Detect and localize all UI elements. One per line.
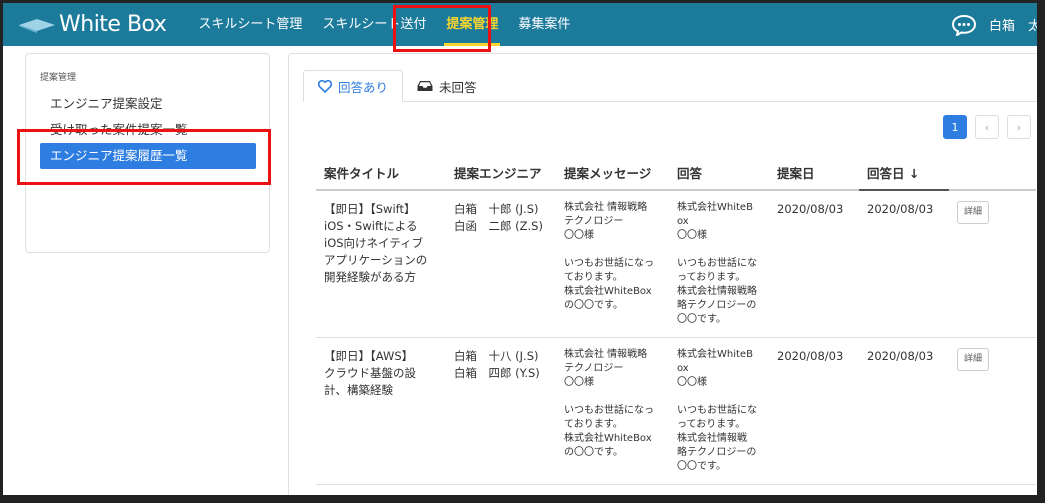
detail-button[interactable]: 詳細: [957, 201, 990, 224]
tab-unanswered[interactable]: 未回答: [403, 70, 491, 102]
cell-actions: 詳細: [949, 190, 1036, 338]
page-button-1[interactable]: 1: [943, 115, 967, 139]
column-header-proposal-date[interactable]: 提案日: [769, 156, 859, 191]
cell-reply-date: 2020/08/03: [859, 190, 949, 338]
sidebar-item-received-proposals[interactable]: 受け取った案件提案一覧: [40, 117, 256, 143]
cell-reply: 株式会社WhiteB ox 〇〇様 いつもお世話にな っております。 株式会社情…: [669, 190, 769, 338]
column-header-engineer[interactable]: 提案エンジニア: [446, 156, 556, 191]
user-name[interactable]: 白箱 太郎: [989, 15, 1037, 34]
nav-right: 白箱 太郎: [951, 14, 1037, 36]
cell-proposal-date: 2020/08/03: [769, 337, 859, 485]
main-nav: スキルシート管理 スキルシート送付 提案管理 募集案件: [188, 3, 580, 46]
nav-skill-sheet-send[interactable]: スキルシート送付: [312, 3, 436, 46]
app-window: White Box スキルシート管理 スキルシート送付 提案管理 募集案件 白箱…: [0, 0, 1045, 503]
column-header-message[interactable]: 提案メッセージ: [556, 156, 669, 191]
cell-engineers: 白箱 十郎 (J.S) 白函 二郎 (Z.S): [446, 190, 556, 338]
page-prev-button[interactable]: ‹: [975, 115, 999, 139]
column-header-reply-date[interactable]: 回答日 ↓: [859, 156, 949, 191]
tab-answered-label: 回答あり: [338, 79, 389, 95]
table-row: 【即日】【Swift】 iOS・Swiftによる iOS向けネイティブ アプリケ…: [316, 190, 1036, 338]
tab-bar: 回答あり 未回答: [303, 70, 1037, 102]
table-header-row: 案件タイトル 提案エンジニア 提案メッセージ 回答 提案日 回答日 ↓: [316, 156, 1036, 191]
sidebar: 提案管理 エンジニア提案設定 受け取った案件提案一覧 エンジニア提案履歴一覧: [25, 53, 270, 253]
cell-reply-date: 2020/08/03: [859, 337, 949, 485]
cell-engineers: 白箱 十八 (J.S) 白箱 四郎 (Y.S): [446, 337, 556, 485]
top-nav-bar: White Box スキルシート管理 スキルシート送付 提案管理 募集案件 白箱…: [3, 3, 1037, 46]
nav-recruitment[interactable]: 募集案件: [508, 3, 580, 46]
cell-message: 株式会社 情報戦略 テクノロジー 〇〇様 いつもお世話になっ ております。 株式…: [556, 190, 669, 338]
sidebar-item-engineer-proposal-settings[interactable]: エンジニア提案設定: [40, 91, 256, 117]
column-header-reply[interactable]: 回答: [669, 156, 769, 191]
logo-mark-icon: [19, 18, 55, 33]
detail-button[interactable]: 詳細: [957, 348, 990, 371]
column-header-actions: [949, 156, 1036, 191]
tab-unanswered-label: 未回答: [439, 79, 477, 95]
cell-title: 【即日】【AWS】 クラウド基盤の設 計、構築経験: [316, 337, 446, 485]
cell-reply: 株式会社WhiteB ox 〇〇様 いつもお世話にな っております。 株式会社情…: [669, 337, 769, 485]
sidebar-item-proposal-history[interactable]: エンジニア提案履歴一覧: [40, 143, 256, 169]
chat-icon[interactable]: [951, 14, 977, 36]
page-next-button[interactable]: ›: [1007, 115, 1031, 139]
cell-title: 【即日】【Swift】 iOS・Swiftによる iOS向けネイティブ アプリケ…: [316, 190, 446, 338]
inbox-icon: [417, 81, 433, 91]
nav-proposal-management[interactable]: 提案管理: [436, 3, 508, 46]
tab-answered[interactable]: 回答あり: [303, 70, 404, 102]
sidebar-heading: 提案管理: [40, 73, 77, 83]
logo-text: White Box: [59, 12, 167, 37]
cell-proposal-date: 2020/08/03: [769, 190, 859, 338]
cell-actions: 詳細: [949, 337, 1036, 485]
proposal-history-table: 案件タイトル 提案エンジニア 提案メッセージ 回答 提案日 回答日 ↓ 【即日】…: [316, 156, 1036, 485]
logo[interactable]: White Box: [19, 12, 167, 37]
table-row: 【即日】【AWS】 クラウド基盤の設 計、構築経験 白箱 十八 (J.S) 白箱…: [316, 337, 1036, 485]
nav-skill-sheet-management[interactable]: スキルシート管理: [188, 3, 312, 46]
cell-message: 株式会社 情報戦略 テクノロジー 〇〇様 いつもお世話になっ ております。 株式…: [556, 337, 669, 485]
column-header-title[interactable]: 案件タイトル: [316, 156, 446, 191]
heart-icon: [318, 79, 332, 93]
pagination: 1 ‹ ›: [935, 115, 1031, 139]
